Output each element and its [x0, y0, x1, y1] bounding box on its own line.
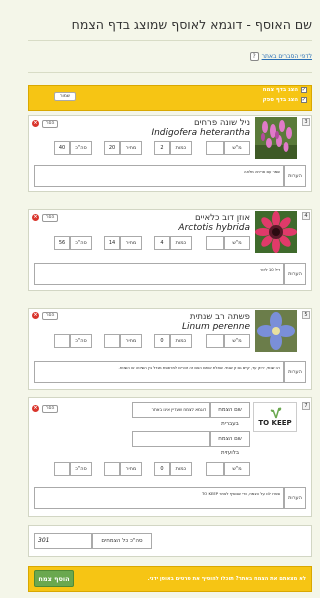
- remove-icon[interactable]: ×: [32, 214, 39, 221]
- price-input[interactable]: 20: [104, 141, 120, 155]
- help-icon[interactable]: ?: [249, 52, 259, 61]
- notes-label: הערות: [284, 361, 306, 383]
- unit-label: מ"ש: [224, 141, 250, 155]
- price-input[interactable]: 14: [104, 236, 120, 250]
- price-label: מחיר: [120, 236, 142, 250]
- page-title: שם האוסף - דוגמא לאוסף שמוצג בדף הצמח: [71, 17, 312, 32]
- unit-label: מ"ש: [224, 462, 250, 476]
- quantity-label: כמות: [170, 334, 192, 348]
- notes-textarea[interactable]: ספרו לנו על הצמח, כדי שנוסיף לאתר TO KEE…: [34, 487, 284, 509]
- show-in-supplier-page-option[interactable]: ✓ הצג בדף ספק: [263, 97, 307, 103]
- total-label: סה"כ: [70, 334, 92, 348]
- manual-add-message: לא מצאתם את הצמח באתר? תוכלו להוסיף את פ…: [147, 576, 306, 582]
- help-row: לדפי הסברים באתר ?: [249, 52, 312, 61]
- notes-textarea[interactable]: רב שנתי, ירוק עד, קיים גם זן שנתי. שאלת …: [34, 361, 284, 383]
- remove-icon[interactable]: ×: [32, 405, 39, 412]
- price-label: מחיר: [120, 141, 142, 155]
- quantity-label: כמות: [170, 141, 192, 155]
- total-label: סה"כ: [70, 462, 92, 476]
- quantity-label: כמות: [170, 236, 192, 250]
- price-label: מחיר: [120, 462, 142, 476]
- total-value: 40: [54, 141, 70, 155]
- plant-hebrew-name[interactable]: ניל שונה פרחים: [194, 118, 250, 128]
- logo-text: TO KEEP: [258, 419, 292, 427]
- divider: [28, 72, 312, 73]
- plant-thumbnail: [255, 117, 297, 159]
- plant-latin-name: Linum perenne: [182, 322, 250, 332]
- notes-label: הערות: [284, 487, 306, 509]
- show-in-plant-page-option[interactable]: ✓ הצג בדף צמח: [263, 87, 307, 93]
- notes-label: הערות: [284, 165, 306, 187]
- plant-latin-name: Arctotis hybrida: [178, 223, 250, 233]
- latin-name-input[interactable]: [132, 431, 210, 447]
- notes-textarea[interactable]: שמר עם פריחה מלאה: [34, 165, 284, 187]
- unit-input[interactable]: [206, 334, 224, 348]
- grand-total-value: 301: [34, 533, 92, 549]
- quantity-input[interactable]: 2: [154, 141, 170, 155]
- checkbox-checked-icon[interactable]: ✓: [301, 97, 307, 103]
- divider: [28, 40, 312, 41]
- quantity-label: כמות: [170, 462, 192, 476]
- quantity-input[interactable]: 0: [154, 462, 170, 476]
- remove-icon[interactable]: ×: [32, 312, 39, 319]
- hebrew-name-label: שם הצמח בעברית: [210, 402, 250, 427]
- add-plant-button[interactable]: הוסף צמח: [34, 570, 74, 587]
- save-button[interactable]: שמור: [54, 92, 76, 101]
- remove-button[interactable]: הסר: [42, 405, 59, 413]
- plant-latin-name: Indigofera heterantha: [151, 128, 250, 138]
- total-value: [54, 334, 70, 348]
- latin-name-label: שם הצמח בלועזית: [210, 431, 250, 456]
- total-value: 56: [54, 236, 70, 250]
- help-link[interactable]: לדפי הסברים באתר: [262, 53, 312, 60]
- unit-input[interactable]: [206, 462, 224, 476]
- price-input[interactable]: [104, 334, 120, 348]
- unit-label: מ"ש: [224, 236, 250, 250]
- item-index: 4: [302, 212, 310, 220]
- unit-input[interactable]: [206, 236, 224, 250]
- plant-hebrew-name[interactable]: אוזן דוב כלאיים: [195, 213, 250, 223]
- checkbox-checked-icon[interactable]: ✓: [301, 87, 307, 93]
- item-index: 7: [302, 402, 310, 410]
- unit-label: מ"ש: [224, 334, 250, 348]
- total-label: סה"כ: [70, 236, 92, 250]
- remove-button[interactable]: הסר: [42, 214, 59, 222]
- notes-label: הערות: [284, 263, 306, 285]
- remove-button[interactable]: הסר: [42, 312, 59, 320]
- price-label: מחיר: [120, 334, 142, 348]
- plant-hebrew-name[interactable]: פשתה רב שנתית: [190, 312, 250, 322]
- plant-thumbnail: [255, 211, 297, 253]
- total-label: סה"כ: [70, 141, 92, 155]
- item-index: 3: [302, 118, 310, 126]
- to-keep-logo: TO KEEP: [253, 402, 297, 432]
- item-index: 5: [302, 311, 310, 319]
- price-input[interactable]: [104, 462, 120, 476]
- quantity-input[interactable]: 4: [154, 236, 170, 250]
- total-value: [54, 462, 70, 476]
- remove-button[interactable]: הסר: [42, 120, 59, 128]
- plant-thumbnail: [255, 310, 297, 352]
- grand-total-label: סה"כ כל הצמחים: [92, 533, 152, 549]
- hebrew-name-input[interactable]: דוגמא לצמח שעדיין אינו באתר: [132, 402, 210, 418]
- unit-input[interactable]: [206, 141, 224, 155]
- quantity-input[interactable]: 0: [154, 334, 170, 348]
- remove-icon[interactable]: ×: [32, 120, 39, 127]
- notes-textarea[interactable]: דיל 10 ליטר: [34, 263, 284, 285]
